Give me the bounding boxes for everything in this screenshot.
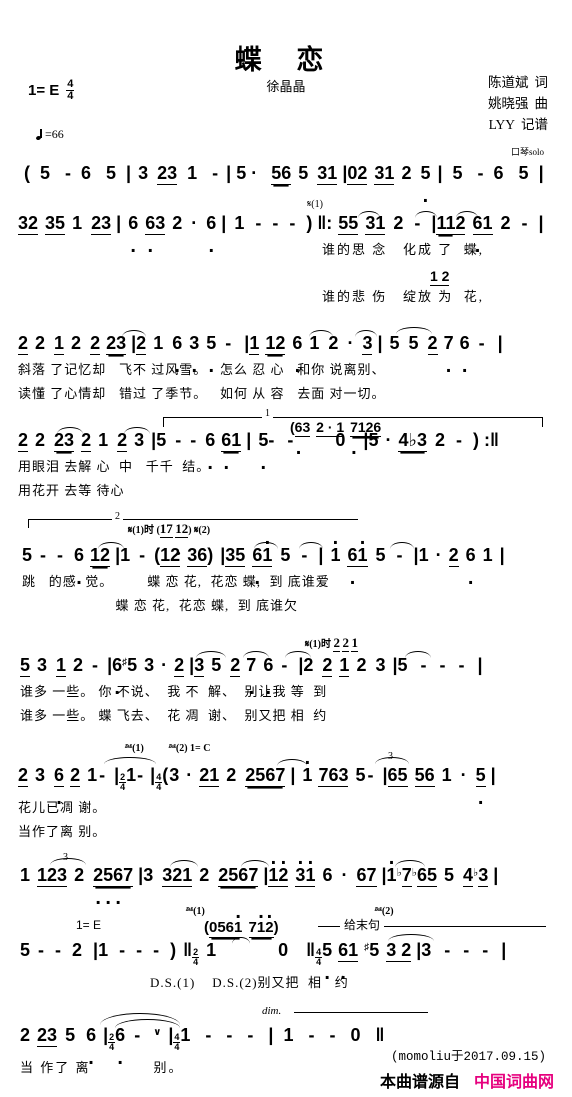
tie-slur: [388, 934, 434, 941]
stave-6-lyrics-verse-1: 谁多 一些。 你 不说、 我 不 解、 别让我 等 到: [20, 684, 328, 699]
stave-6-notes: 5 3 1 2 - |6♯5 3 · 2 |3 5 2 7 6 - |2 2 1…: [0, 655, 572, 677]
stave-9-ending-label: 给末句: [340, 916, 385, 933]
stave-line-7: 𝄉(1) 𝄉(2) 1= C 3 2 3 6 2 1- |241- |44(3 …: [0, 743, 572, 840]
stave-4-upper-ossia: (63 2 · 1 7126: [290, 419, 382, 437]
tie-slur: [358, 211, 380, 218]
tie-slur: [232, 937, 250, 944]
tie-slur: [170, 860, 198, 867]
stave-5-lyrics-verse-2: 蝶 恋 花, 花恋 蝶, 到 底谁欠: [22, 598, 299, 613]
stave-5-lyrics-verse-1: 跳 的感 觉。 蝶 恋 花, 花恋 蝶, 到 底谁爱: [22, 574, 330, 589]
tie-slur: [390, 542, 414, 549]
source-site-name[interactable]: 中国词曲网: [474, 1074, 554, 1091]
tempo-value: =66: [45, 127, 64, 141]
diminuendo-line: [294, 1012, 428, 1014]
stave-4-lyrics-verse-2: 用花开 去等 待心: [18, 483, 125, 498]
stave-line-2: 𝄋(1) 32 35 1 23 | 6 63 2 · 6 | 1 - - - )…: [0, 199, 572, 305]
tie-slur: [415, 211, 437, 218]
tie-slur: [285, 651, 311, 658]
credit-composer-name: 姚晓强: [488, 96, 529, 111]
dynamic-marking: dim.: [262, 1005, 282, 1017]
stave-line-9: 1= E 𝄉(1) 𝄉(2) (0561 712) 给末句 5 - - 2 |1…: [0, 906, 572, 991]
stave-7-coda-annotation: 𝄉(1) 𝄉(2) 1= C: [125, 743, 211, 754]
transcription-note: (momoliu于2017.09.15): [390, 1050, 546, 1064]
stave-6-segno-annotation: 𝄋(1)时 2 2 1: [305, 635, 358, 652]
page-title: 蝶 恋: [234, 45, 338, 75]
stave-7-lyrics-verse-1: 花儿已凋 谢。: [18, 800, 107, 815]
stave-2-lyrics-verse-1: 谁的思 念 化成 了 蝶,: [322, 242, 485, 257]
segno-mark-1: 𝄋(1): [307, 199, 323, 210]
tie-slur: [57, 427, 83, 434]
stave-7-lyrics-verse-2: 当作了离 别。: [18, 824, 107, 839]
intro-instrument-label: 口琴solo: [510, 147, 544, 157]
stave-line-1: ( 5 - 6 5 | 3 23 1 - | 5 · 56 5 31 |02 3…: [0, 163, 572, 185]
credits-block: 陈道斌词 姚晓强曲 LYY 记谱: [488, 72, 548, 135]
stave-2-notes: 32 35 1 23 | 6 63 2 · 6 | 1 - - - ) ‖: 5…: [0, 213, 572, 235]
credit-composer: 姚晓强曲: [488, 93, 548, 114]
volta-number-1: 1: [262, 408, 273, 419]
stave-line-3: 2 2 1 2 2 23 |2 1 6 3 5 - |1 12 6 1 2 · …: [0, 327, 572, 402]
volta-number-2: 2: [112, 511, 123, 522]
stave-4-notes: 2 2 23 2 1 2 3 |5 - - 6 61 | 5- - 0 |5 ·…: [0, 430, 572, 452]
tie-slur: [98, 542, 124, 549]
stave-5-notes: 5 - - 6 12 |1 - (12 36) |35 61 5 - | 1 6…: [0, 545, 572, 567]
credit-lyricist: 陈道斌词: [488, 72, 548, 93]
stave-1-notes: ( 5 - 6 5 | 3 23 1 - | 5 · 56 5 31 |02 3…: [0, 163, 572, 185]
tie-slur: [196, 651, 226, 658]
stave-line-8: 3 1 123 2 2567 |3 321 2 2567 |12 31 6 · …: [0, 852, 572, 887]
stave-4-lyrics-verse-1: 用眼泪 去解 心 中 千千 结。: [18, 459, 211, 474]
stave-line-5: 2 𝄋(1)时 (17 12) 𝄋(2) 5 - - 6 12 |1 - (12…: [0, 511, 572, 614]
tie-slur: [405, 651, 431, 658]
tie-slur: [309, 330, 333, 337]
triplet-number: 3: [63, 852, 68, 863]
stave-8-notes: 1 123 2 2567 |3 321 2 2567 |12 31 6 · 67…: [0, 865, 572, 887]
quarter-note-icon: [36, 128, 44, 140]
tie-slur: [241, 860, 269, 867]
tie-slur: [124, 427, 150, 434]
credit-transcriber-role: 记谱: [521, 117, 548, 132]
tempo-marking: =66: [36, 127, 64, 142]
source-label: 本曲谱源自: [379, 1074, 460, 1091]
stave-9-lyrics: D.S.(1) D.S.(2)别又把 相 约: [150, 975, 349, 990]
stave-2-inner-note: 1 2: [430, 268, 450, 286]
stave-2-lyrics-verse-2: 谁的悲 伤 绽放 为 花,: [322, 289, 485, 304]
stave-9-upper-ossia: (0561 712): [204, 919, 279, 938]
tie-slur: [299, 542, 323, 549]
stave-3-notes: 2 2 1 2 2 23 |2 1 6 3 5 - |1 12 6 1 2 · …: [0, 333, 572, 355]
stave-7-notes: 2 3 6 2 1- |241- |44(3 · 21 2 2567 | 1 7…: [0, 765, 572, 792]
tie-slur: [122, 330, 146, 337]
stave-line-4: 1 (63 2 · 1 7126 2 2 23 2 1 2 3 |5 - - 6…: [0, 408, 572, 499]
stave-line-6: 𝄋(1)时 2 2 1 5 3 1 2 - |6♯5 3 · 2 |3 5 2 …: [0, 635, 572, 724]
credit-transcriber-name: LYY: [488, 117, 515, 132]
performer-name: 徐晶晶: [266, 79, 306, 94]
stave-6-lyrics-verse-2: 谁多 一些。 蝶 飞去、 花 凋 谢、 别又把 相 约: [20, 708, 328, 723]
volta-bracket-1-left: [163, 417, 165, 427]
stave-3-lyrics-verse-1: 斜落 了记忆却 飞不 过风雪。 怎么 忍 心 和你 说离别、: [18, 362, 386, 377]
credit-lyricist-role: 词: [534, 75, 549, 90]
stave-9-key-hint: 1= E: [76, 918, 102, 932]
credit-transcriber: LYY 记谱: [488, 114, 548, 135]
tie-slur: [50, 858, 86, 865]
credit-lyricist-name: 陈道斌: [488, 75, 529, 90]
stave-9-notes: 5 - - 2 |1 - - - ) ‖24 1 0 ‖445 61 ♯5 3 …: [0, 940, 572, 967]
sheet-music-page: 蝶 恋 1= E 4 4 =66 徐晶晶 陈道斌词 姚晓强曲 LYY 记谱 口琴s…: [0, 0, 572, 1097]
tie-slur: [355, 330, 377, 337]
tie-slur: [104, 757, 156, 764]
source-watermark: 本曲谱源自 中国词曲网: [380, 1068, 554, 1092]
tie-slur: [395, 860, 425, 867]
triplet-number: 3: [388, 751, 393, 762]
tie-slur: [396, 327, 432, 334]
volta-bracket-2-left: [28, 519, 30, 528]
credit-composer-role: 曲: [534, 96, 549, 111]
volta-bracket-1-right: [542, 417, 544, 427]
stave-5-segno-annotation: 𝄋(1)时 (17 12) 𝄋(2): [128, 521, 210, 538]
stave-3-lyrics-verse-2: 读懂 了心情却 错过 了季节。 如何 从 容 去面 对一切。: [18, 386, 386, 401]
